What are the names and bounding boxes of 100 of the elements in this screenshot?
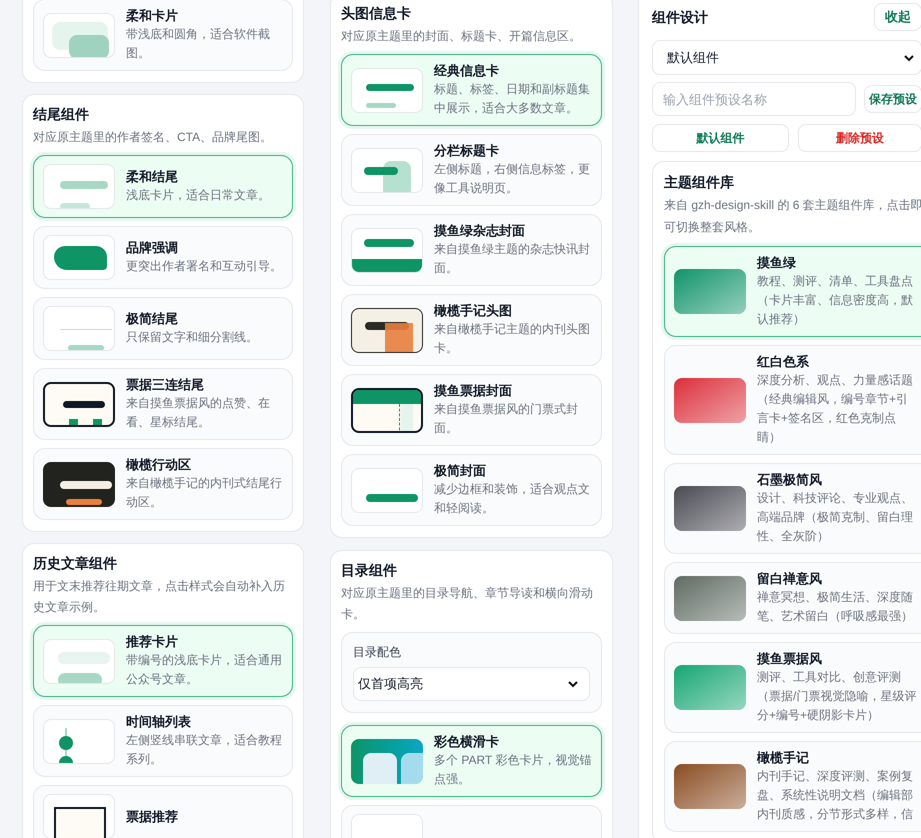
panel-title: 结尾组件 [33, 105, 90, 124]
preview-drawing [351, 228, 423, 272]
preview-drawing [43, 235, 115, 280]
card-description: 设计、科技评论、专业观点、高端品牌（极简克制、留白理性、全灰阶） [757, 490, 914, 545]
card-title: 彩色横滑卡 [434, 733, 500, 751]
panel-title: 历史文章组件 [33, 554, 118, 573]
card-description: 左侧竖线串联文章，适合教程系列。 [126, 732, 283, 768]
component-card[interactable]: 橄榄手记头图 来自橄榄手记主题的内刊头图卡。 [341, 294, 602, 366]
color-select[interactable]: 仅首项高亮 [353, 667, 590, 701]
component-card[interactable]: 品牌强调 更突出作者署名和互动引导。 [33, 226, 293, 289]
preview-drawing [43, 382, 115, 426]
collapse-button[interactable]: 收起 [874, 3, 921, 31]
preview-drawing [351, 388, 423, 432]
panel-title: 组件设计 [652, 8, 708, 26]
card-title: 票据推荐 [126, 808, 179, 826]
preview-drawing [43, 462, 115, 506]
card-title: 品牌强调 [126, 239, 179, 257]
component-card[interactable]: 票据推荐 [33, 785, 293, 838]
card-description: 浅底卡片，适合日常文章。 [126, 187, 271, 204]
theme-card[interactable]: 留白禅意风 禅意冥想、极简生活、深度随笔、艺术留白（呼吸感最强） [664, 562, 921, 634]
preview-drawing [351, 308, 423, 352]
card-description: 只保留文字和细分割线。 [126, 329, 259, 346]
preview-drawing [43, 164, 115, 209]
component-card[interactable]: 柔和卡片 带浅底和圆角，适合软件截图。 [33, 0, 293, 71]
preset-select[interactable]: 默认组件 [652, 40, 921, 75]
card-title: 柔和卡片 [126, 7, 179, 25]
card-title: 柔和结尾 [126, 168, 179, 186]
card-title: 摸鱼绿杂志封面 [434, 222, 526, 240]
theme-card[interactable]: 石墨极简风 设计、科技评论、专业观点、高端品牌（极简克制、留白理性、全灰阶） [664, 463, 921, 554]
component-card[interactable]: 橄榄行动区 来自橄榄手记的内刊式结尾行动区。 [33, 448, 293, 520]
preview-drawing [43, 638, 115, 684]
card-title: 石墨极简风 [757, 471, 823, 489]
card-description: 左侧标题，右侧信息标签，更像工具说明页。 [434, 161, 591, 197]
component-card[interactable]: 分栏标题卡 左侧标题，右侧信息标签，更像工具说明页。 [341, 134, 602, 206]
card-title: 红白色系 [757, 353, 810, 371]
component-card[interactable]: 摸鱼绿杂志封面 来自摸鱼绿主题的杂志快讯封面。 [341, 214, 602, 286]
card-title: 摸鱼票据封面 [434, 382, 513, 400]
card-description: 来自摸鱼绿主题的杂志快讯封面。 [434, 241, 591, 277]
component-card[interactable]: 摸鱼票据封面 来自摸鱼票据风的门票式封面。 [341, 374, 602, 446]
panel-description: 对应原主题里的作者签名、CTA、品牌尾图。 [33, 129, 274, 146]
preview-drawing [351, 68, 423, 112]
panel-description: 对应原主题里的封面、标题卡、开篇信息区。 [341, 28, 582, 45]
card-title: 票据三连结尾 [126, 376, 205, 394]
preview-drawing [351, 738, 423, 784]
card-title: 分栏标题卡 [434, 142, 500, 160]
field-label: 目录配色 [353, 644, 402, 660]
panel-title: 主题组件库 [664, 173, 735, 192]
theme-card[interactable]: 摸鱼绿 教程、测评、清单、工具盘点（卡片丰富、信息密度高，默认推荐） [664, 246, 921, 337]
preview-drawing [351, 148, 423, 192]
card-title: 橄榄行动区 [126, 456, 192, 474]
panel-description: 来自 gzh-design-skill 的 6 套主题组件库，点击即可切换整套风格。 [664, 197, 921, 236]
card-description: 带编号的浅底卡片，适合通用公众号文章。 [126, 652, 283, 688]
card-title: 时间轴列表 [126, 713, 192, 731]
preview-drawing [43, 12, 115, 58]
component-card[interactable]: 时间轴列表 左侧竖线串联文章，适合教程系列。 [33, 705, 293, 777]
panel-description: 对应原主题里的目录导航、章节导读和横向滑动卡。 [341, 585, 594, 623]
preview-drawing [43, 718, 115, 764]
card-description: 禅意冥想、极简生活、深度随笔、艺术留白（呼吸感最强） [757, 589, 914, 625]
preview-drawing [43, 794, 115, 838]
card-title: 摸鱼票据风 [757, 650, 823, 668]
card-title: 橄榄手记头图 [434, 302, 513, 320]
component-card[interactable]: 极简封面 减少边框和装饰，适合观点文和轻阅读。 [341, 454, 602, 526]
preset-name-field[interactable]: 输入组件预设名称 [652, 82, 856, 116]
card-description: 深度分析、观点、力量感话题（经典编辑风，编号章节+引言卡+签名区，红色克制点睛） [757, 372, 914, 446]
card-title: 推荐卡片 [126, 633, 179, 651]
preview-drawing [43, 306, 115, 351]
card-description: 测评、工具对比、创意评测（票据/门票视觉隐喻，星级评分+编号+硬阴影卡片） [757, 669, 918, 724]
component-card[interactable]: 极简结尾 只保留文字和细分割线。 [33, 297, 293, 360]
card-description: 更突出作者署名和互动引导。 [126, 258, 283, 275]
theme-card[interactable]: 红白色系 深度分析、观点、力量感话题（经典编辑风，编号章节+引言卡+签名区，红色克制点睛） [664, 345, 921, 455]
theme-card[interactable]: 橄榄手记 内刊手记、深度评测、案例复盘、系统性说明文档（编辑部内刊质感，分节形式多样，信 [664, 741, 921, 832]
card-description: 带浅底和圆角，适合软件截图。 [126, 26, 271, 62]
card-description: 标题、标签、日期和副标题集中展示，适合大多数文章。 [434, 81, 591, 117]
card-description: 多个 PART 彩色卡片，视觉锚点强。 [434, 752, 592, 788]
card-title: 留白禅意风 [757, 570, 823, 588]
default-components-button[interactable]: 默认组件 [652, 124, 789, 152]
card-description: 内刊手记、深度评测、案例复盘、系统性说明文档（编辑部内刊质感，分节形式多样，信 [757, 768, 914, 823]
component-card[interactable]: 推荐卡片 带编号的浅底卡片，适合通用公众号文章。 [33, 625, 293, 697]
card-description: 教程、测评、清单、工具盘点（卡片丰富、信息密度高，默认推荐） [757, 273, 914, 328]
card-description: 来自摸鱼票据风的门票式封面。 [434, 401, 579, 437]
component-card[interactable]: 经典信息卡 标题、标签、日期和副标题集中展示，适合大多数文章。 [341, 54, 602, 126]
component-card[interactable]: 柔和结尾 浅底卡片，适合日常文章。 [33, 155, 293, 218]
card-title: 极简封面 [434, 462, 487, 480]
card-description: 来自橄榄手记主题的内刊头图卡。 [434, 321, 591, 357]
card-description: 减少边框和装饰，适合观点文和轻阅读。 [434, 481, 591, 517]
card-title: 摸鱼绿 [757, 254, 797, 272]
card-description: 来自摸鱼票据风的点赞、在看、星标结尾。 [126, 395, 271, 431]
theme-card[interactable]: 摸鱼票据风 测评、工具对比、创意评测（票据/门票视觉隐喻，星级评分+编号+硬阴影卡片） [664, 642, 921, 733]
card-title: 经典信息卡 [434, 62, 500, 80]
preview-drawing [351, 468, 423, 512]
card-description: 来自橄榄手记的内刊式结尾行动区。 [126, 475, 283, 511]
card-title: 橄榄手记 [757, 749, 810, 767]
panel-title: 目录组件 [341, 561, 398, 580]
component-card[interactable]: 票据三连结尾 来自摸鱼票据风的点赞、在看、星标结尾。 [33, 368, 293, 440]
component-card[interactable]: 彩色横滑卡 多个 PART 彩色卡片，视觉锚点强。 [341, 725, 602, 797]
delete-preset-button[interactable]: 删除预设 [798, 124, 921, 152]
panel-title: 头图信息卡 [341, 4, 412, 23]
save-preset-button[interactable]: 保存预设 [864, 85, 921, 113]
card-title: 极简结尾 [126, 310, 179, 328]
panel-description: 用于文末推荐往期文章，点击样式会自动补入历史文章示例。 [33, 578, 286, 616]
